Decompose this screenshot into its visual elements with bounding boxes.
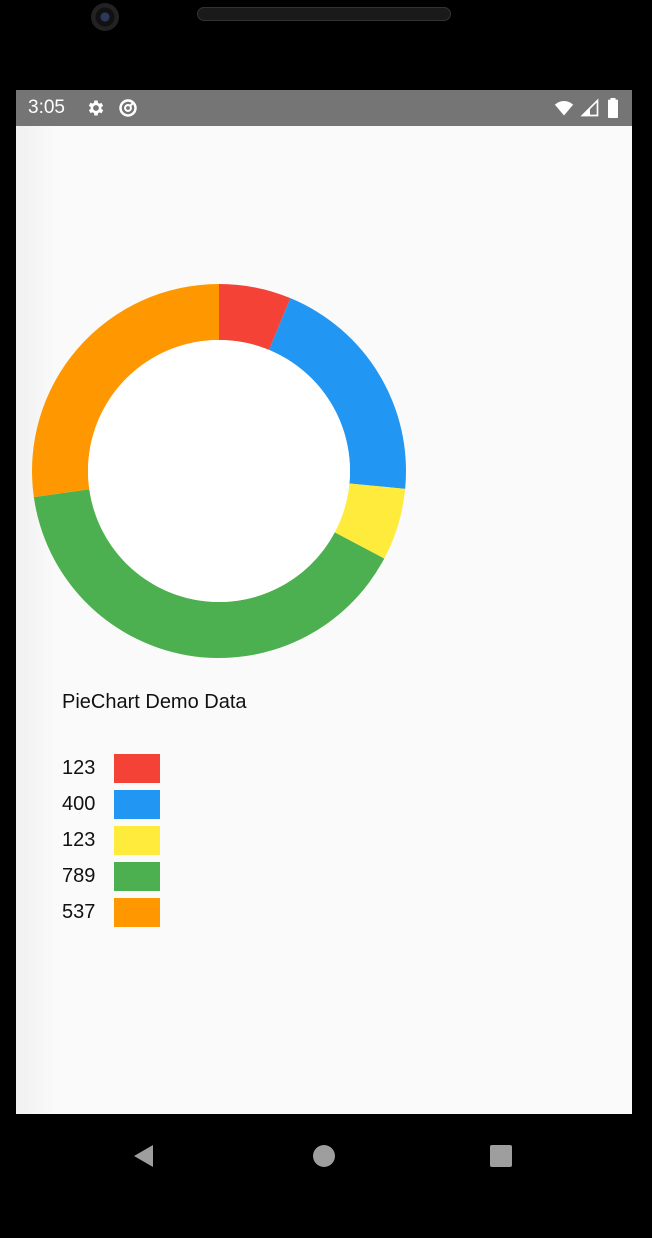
legend-value: 123: [62, 828, 96, 851]
earpiece-speaker: [197, 7, 451, 21]
recents-icon[interactable]: [481, 1136, 521, 1176]
gear-icon: [88, 100, 104, 116]
legend-value: 537: [62, 900, 96, 923]
status-bar: 3:05: [16, 90, 632, 126]
app-screen: 3:05 PieChart Demo Data 123 400 123 789 …: [16, 90, 632, 1114]
back-icon[interactable]: [124, 1136, 164, 1176]
chart-title: PieChart Demo Data: [62, 691, 247, 713]
donut-hole: [88, 340, 350, 602]
battery-icon: [608, 98, 618, 118]
chart-legend: 123 400 123 789 537: [62, 750, 160, 930]
wifi-icon: [554, 101, 574, 116]
front-camera: [91, 3, 119, 31]
legend-swatch: [114, 825, 160, 855]
navigation-bar: [16, 1114, 632, 1238]
at-sign-icon: [119, 99, 137, 117]
legend-value: 400: [62, 792, 96, 815]
legend-swatch: [114, 861, 160, 891]
legend-swatch: [114, 789, 160, 819]
legend-value: 789: [62, 864, 96, 887]
signal-icon: [580, 98, 599, 117]
device-frame: 3:05 PieChart Demo Data 123 400 123 789 …: [0, 0, 652, 1238]
legend-item: 789: [62, 858, 160, 894]
legend-item: 123: [62, 822, 160, 858]
legend-item: 123: [62, 750, 160, 786]
legend-item: 537: [62, 894, 160, 930]
home-icon[interactable]: [304, 1136, 344, 1176]
legend-value: 123: [62, 756, 96, 779]
legend-swatch: [114, 897, 160, 927]
status-time: 3:05: [28, 97, 65, 118]
legend-item: 400: [62, 786, 160, 822]
legend-swatch: [114, 753, 160, 783]
pie-chart: [31, 284, 406, 658]
